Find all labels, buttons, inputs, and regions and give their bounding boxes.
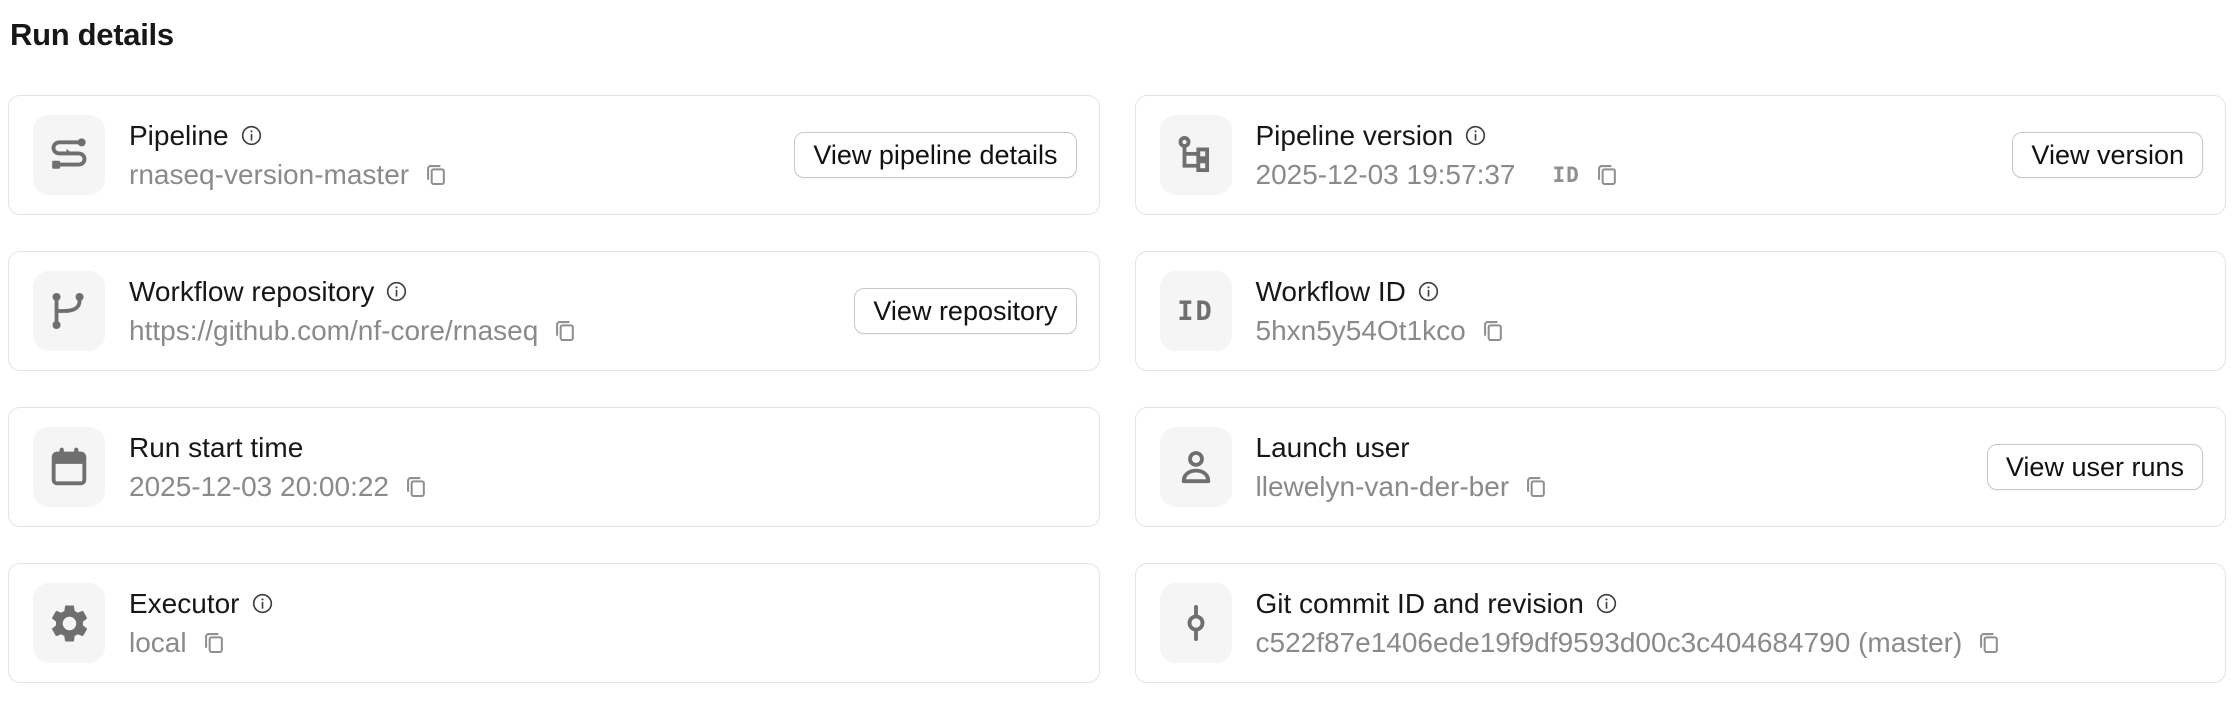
card-workflow-repository: Workflow repository https://github.com/n… bbox=[8, 251, 1100, 371]
card-label: Executor bbox=[129, 589, 240, 619]
icon-tile bbox=[1160, 583, 1232, 663]
copy-icon[interactable] bbox=[1522, 473, 1549, 500]
pipeline-version-icon bbox=[1173, 132, 1219, 178]
card-label: Run start time bbox=[129, 433, 303, 463]
copy-icon[interactable] bbox=[422, 161, 449, 188]
view-repository-button[interactable]: View repository bbox=[854, 288, 1076, 334]
card-value: 5hxn5y54Ot1kco bbox=[1256, 316, 1466, 346]
card-executor: Executor local bbox=[8, 563, 1100, 683]
id-icon: ID bbox=[1177, 296, 1214, 327]
icon-tile bbox=[33, 583, 105, 663]
card-label: Launch user bbox=[1256, 433, 1410, 463]
card-pipeline: Pipeline rnaseq-version-master bbox=[8, 95, 1100, 215]
run-details-page: Run details Pipeline bbox=[0, 16, 2234, 683]
git-commit-icon bbox=[1173, 600, 1219, 646]
card-value: c522f87e1406ede19f9df9593d00c3c404684790… bbox=[1256, 628, 1963, 658]
info-icon[interactable] bbox=[1464, 124, 1487, 147]
card-value: llewelyn-van-der-ber bbox=[1256, 472, 1510, 502]
id-badge-icon: ID bbox=[1553, 160, 1580, 190]
card-value: 2025-12-03 19:57:37 bbox=[1256, 160, 1516, 190]
card-label: Pipeline version bbox=[1256, 121, 1454, 151]
info-icon[interactable] bbox=[240, 124, 263, 147]
card-label: Workflow ID bbox=[1256, 277, 1406, 307]
icon-tile bbox=[1160, 427, 1232, 507]
card-pipeline-version: Pipeline version 2025-12-03 19:57:37 ID bbox=[1135, 95, 2227, 215]
run-details-grid: Pipeline rnaseq-version-master bbox=[8, 95, 2226, 683]
card-launch-user: Launch user llewelyn-van-der-ber View us… bbox=[1135, 407, 2227, 527]
card-label: Git commit ID and revision bbox=[1256, 589, 1584, 619]
card-value: https://github.com/nf-core/rnaseq bbox=[129, 316, 538, 346]
card-value: 2025-12-03 20:00:22 bbox=[129, 472, 389, 502]
icon-tile bbox=[33, 115, 105, 195]
git-branch-icon bbox=[46, 288, 92, 334]
view-user-runs-button[interactable]: View user runs bbox=[1987, 444, 2203, 490]
info-icon[interactable] bbox=[1417, 280, 1440, 303]
copy-icon[interactable] bbox=[200, 629, 227, 656]
card-label: Pipeline bbox=[129, 121, 229, 151]
info-icon[interactable] bbox=[385, 280, 408, 303]
gear-icon bbox=[47, 601, 92, 646]
user-icon bbox=[1173, 444, 1219, 490]
copy-icon[interactable] bbox=[551, 317, 578, 344]
icon-tile: ID bbox=[1160, 271, 1232, 351]
card-run-start-time: Run start time 2025-12-03 20:00:22 bbox=[8, 407, 1100, 527]
copy-icon[interactable] bbox=[1479, 317, 1506, 344]
copy-icon[interactable] bbox=[1593, 161, 1620, 188]
copy-icon[interactable] bbox=[402, 473, 429, 500]
card-label: Workflow repository bbox=[129, 277, 374, 307]
card-value: rnaseq-version-master bbox=[129, 160, 409, 190]
icon-tile bbox=[33, 271, 105, 351]
view-pipeline-details-button[interactable]: View pipeline details bbox=[794, 132, 1076, 178]
calendar-icon bbox=[46, 444, 92, 490]
pipeline-icon bbox=[46, 132, 92, 178]
view-version-button[interactable]: View version bbox=[2012, 132, 2203, 178]
copy-icon[interactable] bbox=[1975, 629, 2002, 656]
info-icon[interactable] bbox=[1595, 592, 1618, 615]
page-title: Run details bbox=[10, 16, 2226, 53]
info-icon[interactable] bbox=[251, 592, 274, 615]
card-value: local bbox=[129, 628, 187, 658]
icon-tile bbox=[1160, 115, 1232, 195]
card-workflow-id: ID Workflow ID 5hxn5y54Ot1kco bbox=[1135, 251, 2227, 371]
card-git-commit: Git commit ID and revision c522f87e1406e… bbox=[1135, 563, 2227, 683]
icon-tile bbox=[33, 427, 105, 507]
